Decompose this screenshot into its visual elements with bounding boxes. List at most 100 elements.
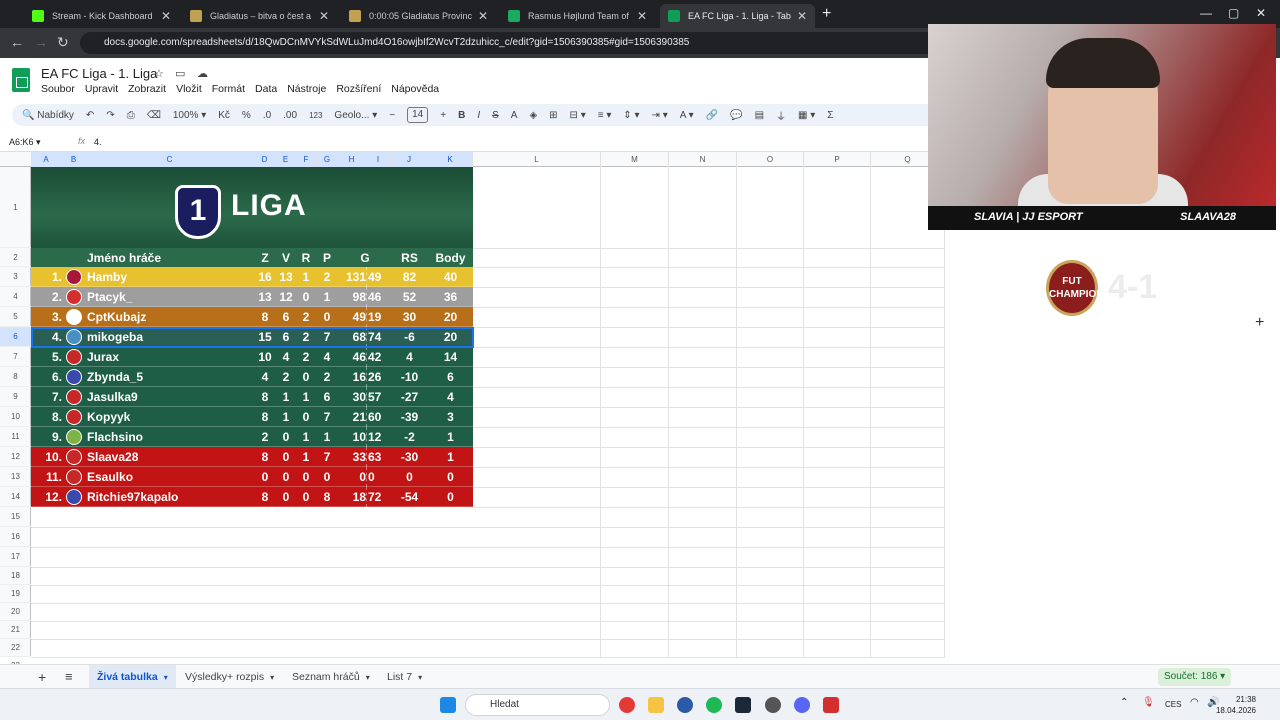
row-header[interactable]: 7 — [0, 347, 31, 367]
row-header[interactable]: 9 — [0, 387, 31, 407]
row-header[interactable]: 18 — [0, 567, 31, 585]
document-title[interactable]: EA FC Liga - 1. Liga — [41, 66, 157, 81]
table-row[interactable]: 8. Kopyyk 8 1 0 7 21 60 -39 3 — [31, 407, 473, 427]
zoom-select[interactable]: 100% ▾ — [173, 110, 206, 121]
row-header[interactable]: 16 — [0, 527, 31, 547]
horizontal-align-icon[interactable]: ≡ ▾ — [598, 110, 612, 121]
star-icon[interactable]: ☆ — [154, 67, 164, 80]
back-icon[interactable]: ← — [10, 34, 24, 50]
taskbar-search[interactable]: Hledat — [465, 694, 610, 716]
font-select[interactable]: Geolo... ▾ — [334, 110, 377, 121]
borders-icon[interactable]: ⊞ — [549, 110, 557, 121]
add-sheet-icon[interactable]: + — [30, 665, 54, 689]
sheet-tab[interactable]: Seznam hráčů ▾ — [284, 665, 378, 689]
row-header[interactable]: 5 — [0, 307, 31, 327]
column-header[interactable]: J — [391, 152, 428, 167]
text-rotation-icon[interactable]: A ▾ — [680, 110, 694, 121]
close-window-icon[interactable]: ✕ — [1256, 6, 1266, 20]
browser-tab[interactable]: Stream - Kick Dashboard ✕ — [24, 4, 179, 28]
sum-indicator[interactable]: Součet: 186 ▾ — [1158, 668, 1232, 686]
header-wins[interactable]: V — [276, 248, 296, 268]
menu-item[interactable]: Formát — [212, 83, 245, 95]
table-row[interactable]: 7. Jasulka9 8 1 1 6 30 57 -27 4 — [31, 387, 473, 407]
column-header[interactable]: A — [31, 152, 62, 167]
tab-close-icon[interactable]: ✕ — [319, 9, 329, 23]
print-icon[interactable]: ⎙ — [127, 110, 135, 121]
table-row[interactable]: 11. Esaulko 0 0 0 0 0 0 0 0 — [31, 467, 473, 487]
column-header[interactable]: K — [428, 152, 473, 167]
row-header[interactable]: 15 — [0, 507, 31, 527]
decrease-decimal-button[interactable]: .0 — [263, 110, 271, 121]
functions-icon[interactable]: Σ — [827, 110, 833, 121]
menu-item[interactable]: Nástroje — [287, 83, 326, 95]
url-field[interactable]: docs.google.com/spreadsheets/d/18QwDCnMV… — [80, 32, 940, 54]
column-header[interactable]: B — [62, 152, 86, 167]
discord-icon[interactable] — [794, 697, 810, 713]
bold-icon[interactable]: B — [458, 110, 465, 121]
redo-icon[interactable]: ↷ — [106, 110, 114, 121]
new-tab-button[interactable]: + — [822, 5, 831, 23]
column-header[interactable]: N — [669, 152, 737, 167]
column-header[interactable]: M — [601, 152, 669, 167]
maximize-icon[interactable]: ▢ — [1228, 6, 1239, 20]
sheets-logo[interactable] — [12, 68, 30, 92]
search-menus-icon[interactable]: 🔍 Nabídky — [22, 110, 74, 121]
row-header[interactable]: 1 — [0, 167, 31, 248]
tray-chevron-icon[interactable]: ⌃ — [1120, 697, 1128, 708]
header-goals[interactable]: G — [339, 248, 391, 268]
name-box[interactable]: A6:K6 ▾ — [9, 137, 41, 148]
tab-close-icon[interactable]: ✕ — [478, 9, 488, 23]
table-row[interactable]: 10. Slaava28 8 0 1 7 33 63 -30 1 — [31, 447, 473, 467]
keyboard-language[interactable]: CES — [1165, 700, 1181, 709]
insert-chart-icon[interactable]: ▤ — [755, 110, 764, 121]
row-header[interactable]: 22 — [0, 639, 31, 657]
microphone-icon[interactable]: 🎙 — [1142, 697, 1155, 708]
browser-tab[interactable]: Rasmus Højlund Team of the Se ✕ — [500, 4, 655, 28]
row-header[interactable]: 3 — [0, 267, 31, 287]
move-folder-icon[interactable]: ▭ — [175, 67, 185, 80]
filter-views-icon[interactable]: ▦ ▾ — [798, 110, 815, 121]
sheet-tab[interactable]: List 7 ▾ — [379, 665, 430, 689]
header-points[interactable]: Body — [428, 248, 473, 268]
tab-close-icon[interactable]: ✕ — [161, 9, 171, 23]
menu-item[interactable]: Nápověda — [391, 83, 439, 95]
italic-icon[interactable]: I — [477, 110, 480, 121]
filter-icon[interactable]: ⏚ — [776, 108, 786, 123]
table-row[interactable]: 2. Ptacyk_ 13 12 0 1 98 46 52 36 — [31, 287, 473, 307]
row-header[interactable]: 21 — [0, 621, 31, 639]
minimize-icon[interactable]: — — [1200, 6, 1212, 20]
row-header[interactable]: 12 — [0, 447, 31, 467]
file-explorer-icon[interactable] — [648, 697, 664, 713]
column-header[interactable]: E — [276, 152, 296, 167]
increase-decimal-button[interactable]: .00 — [283, 110, 297, 121]
insert-comment-icon[interactable]: 💬 — [730, 110, 742, 121]
browser-tab[interactable]: Gladiatus – bitva o čest a slávu ✕ — [182, 4, 337, 28]
header-played[interactable]: Z — [255, 248, 275, 268]
table-row[interactable]: 12. Ritchie97kapalo 8 0 0 8 18 72 -54 0 — [31, 487, 473, 507]
fill-color-icon[interactable]: ◈ — [529, 110, 537, 121]
forward-icon[interactable]: → — [34, 34, 48, 50]
column-header[interactable]: D — [254, 152, 276, 167]
chrome-icon[interactable] — [619, 697, 635, 713]
vertical-align-icon[interactable]: ⇕ ▾ — [623, 110, 639, 121]
row-header[interactable]: 14 — [0, 487, 31, 507]
row-header[interactable]: 4 — [0, 287, 31, 307]
sheet-tab[interactable]: Výsledky+ rozpis ▾ — [177, 665, 282, 689]
undo-icon[interactable]: ↶ — [86, 110, 94, 121]
browser-tab[interactable]: 0:00:05 Gladiatus Provincie 311 ✕ — [341, 4, 496, 28]
start-icon[interactable] — [440, 697, 456, 713]
text-wrap-icon[interactable]: ⇥ ▾ — [652, 110, 668, 121]
row-header[interactable]: 11 — [0, 427, 31, 447]
column-header[interactable]: F — [296, 152, 317, 167]
table-row[interactable]: 4. mikogeba 15 6 2 7 68 74 -6 20 — [31, 327, 473, 347]
font-size-input[interactable]: 14 — [407, 107, 429, 123]
column-header[interactable]: H — [338, 152, 366, 167]
table-row[interactable]: 9. Flachsino 2 0 1 1 10 12 -2 1 — [31, 427, 473, 447]
row-header[interactable]: 6 — [0, 327, 31, 347]
system-clock[interactable]: 21:38 18.04.2026 — [1216, 694, 1256, 716]
header-player-name[interactable]: Jméno hráče — [87, 248, 247, 268]
column-header[interactable]: P — [804, 152, 871, 167]
table-row[interactable]: 5. Jurax 10 4 2 4 46 42 4 14 — [31, 347, 473, 367]
table-row[interactable]: 3. CptKubajz 8 6 2 0 49 19 30 20 — [31, 307, 473, 327]
browser-tab[interactable]: EA FC Liga - 1. Liga - Tabulky G ✕ — [660, 4, 815, 28]
